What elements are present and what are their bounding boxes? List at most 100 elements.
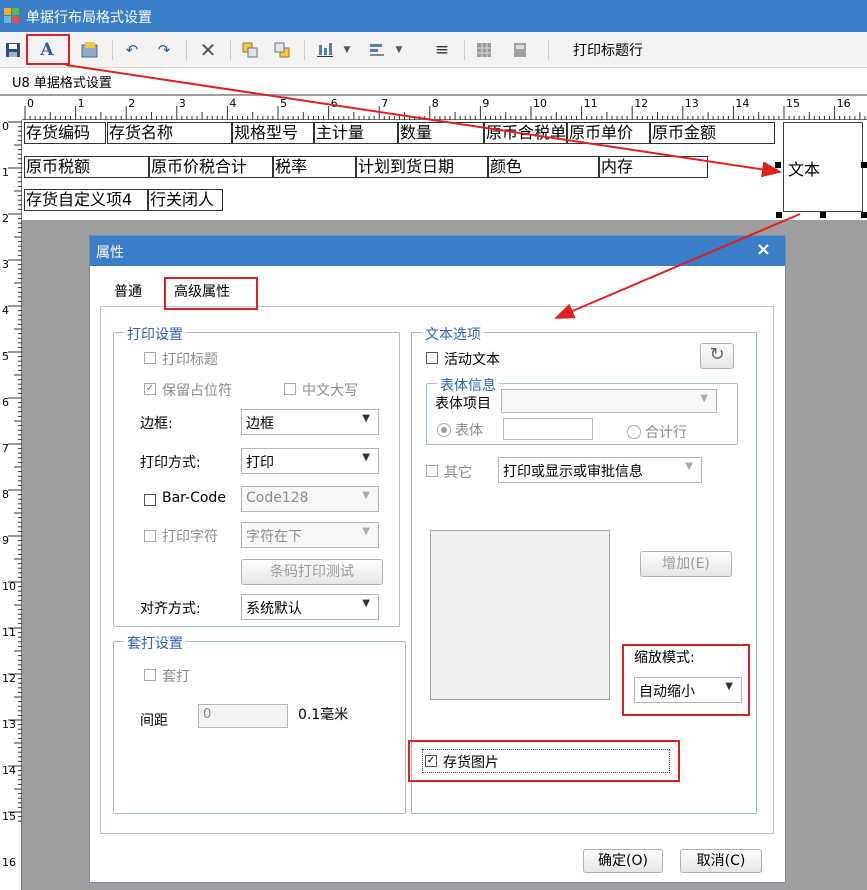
undo-icon[interactable]: ↶ — [120, 37, 144, 63]
close-icon[interactable]: × — [756, 239, 771, 260]
chevron-down-icon: ▼ — [362, 490, 370, 501]
ruler-number: 12 — [2, 672, 16, 685]
delete-icon[interactable]: ✕ — [196, 37, 220, 63]
body-item-select[interactable]: ▼ — [501, 389, 717, 413]
field-cell[interactable]: 存货名称 — [107, 122, 232, 144]
toolbar: A ↶ ↷ ✕ ▼ ▼ ≡ 打印标题行 — [0, 32, 867, 68]
field-cell[interactable]: 原币金额 — [650, 122, 775, 144]
other-select[interactable]: 打印或显示或审批信息 ▼ — [498, 457, 702, 483]
ok-button[interactable]: 确定(O) — [583, 849, 663, 873]
ruler-number: 11 — [584, 97, 598, 110]
field-cell[interactable]: 计划到货日期 — [356, 156, 488, 178]
print-title-checkbox[interactable] — [144, 352, 156, 364]
print-title-label: 打印标题 — [162, 352, 218, 368]
other-checkbox[interactable] — [426, 465, 438, 477]
tab-advanced[interactable]: 高级属性 — [174, 281, 230, 301]
scale-mode-select[interactable]: 自动缩小 ▼ — [634, 677, 742, 703]
field-cell[interactable]: 原币含税单 — [484, 122, 567, 144]
resize-handle[interactable] — [861, 212, 867, 218]
body-value-input[interactable] — [503, 418, 593, 440]
field-cell[interactable]: 行关闭人 — [148, 189, 223, 211]
field-cell[interactable]: 税率 — [273, 156, 356, 178]
print-mode-select[interactable]: 打印 ▼ — [241, 448, 379, 474]
border-select[interactable]: 边框 ▼ — [241, 409, 379, 435]
refresh-icon[interactable]: ↻ — [700, 343, 734, 369]
print-mode-value: 打印 — [246, 455, 274, 471]
format-settings-header: U8 单据格式设置 — [0, 68, 867, 94]
total-radio[interactable] — [627, 425, 641, 439]
inventory-image-option[interactable]: ✓ 存货图片 — [422, 749, 670, 773]
active-text-checkbox[interactable] — [426, 352, 438, 364]
spacing-input[interactable]: 0 — [198, 704, 288, 728]
toolbar-separator — [304, 40, 305, 60]
field-cell[interactable]: 规格型号 — [232, 122, 314, 144]
print-settings-group: 打印设置 打印标题 ✓ 保留占位符 中文大写 边框: 边框 ▼ 打印方式: 打印… — [113, 324, 400, 627]
barcode-checkbox[interactable] — [144, 494, 156, 506]
add-button[interactable]: 增加(E) — [640, 551, 732, 577]
overlay-print-label: 套打 — [162, 669, 190, 685]
align-select[interactable]: 系统默认 ▼ — [241, 594, 379, 620]
inventory-image-checkbox[interactable]: ✓ — [425, 755, 437, 767]
overlay-settings-group: 套打设置 套打 间距 0 0.1毫米 — [113, 633, 406, 814]
print-title-row-button[interactable]: 打印标题行 — [566, 37, 650, 63]
chevron-down-icon[interactable]: ▼ — [392, 37, 406, 63]
send-back-icon[interactable] — [270, 37, 294, 63]
print-chars-checkbox[interactable] — [144, 530, 156, 542]
print-preview-icon[interactable] — [508, 37, 532, 63]
field-cell[interactable]: 存货编码 — [24, 122, 106, 144]
text-tool-button[interactable]: A — [30, 37, 64, 63]
dialog-title-bar: 属性 × — [90, 236, 785, 266]
border-select-value: 边框 — [246, 416, 274, 432]
ruler-number: 8 — [2, 488, 9, 501]
keep-placeholder-checkbox[interactable]: ✓ — [144, 383, 156, 395]
field-cell[interactable]: 颜色 — [488, 156, 599, 178]
print-mode-label: 打印方式: — [140, 455, 201, 471]
inventory-image-label: 存货图片 — [443, 755, 499, 771]
vertical-ruler: 0 1 2 3 4 5 6 7 8 9 10 11 12 13 14 15 16 — [0, 120, 22, 890]
insert-image-icon[interactable] — [78, 37, 102, 63]
ruler-number: 13 — [2, 718, 16, 731]
overlay-print-checkbox[interactable] — [144, 669, 156, 681]
field-cell[interactable]: 原币价税合计 — [149, 156, 273, 178]
resize-handle[interactable] — [776, 212, 782, 218]
chinese-upper-checkbox[interactable] — [284, 383, 296, 395]
resize-handle[interactable] — [775, 162, 781, 168]
align-label: 对齐方式: — [140, 601, 201, 617]
text-object[interactable]: 文本 — [783, 122, 863, 212]
bring-front-icon[interactable] — [238, 37, 262, 63]
resize-handle[interactable] — [820, 212, 826, 218]
redo-icon[interactable]: ↷ — [152, 37, 176, 63]
text-align-icon[interactable]: ≡ — [430, 37, 454, 63]
save-icon[interactable] — [2, 37, 24, 63]
scale-mode-label: 缩放模式: — [634, 650, 695, 666]
window-title: 单据行布局格式设置 — [26, 10, 152, 26]
print-chars-select[interactable]: 字符在下 ▼ — [241, 522, 379, 548]
cancel-button[interactable]: 取消(C) — [680, 849, 762, 873]
body-info-title: 表体信息 — [437, 375, 499, 395]
spacing-unit: 0.1毫米 — [298, 707, 349, 723]
chevron-down-icon[interactable]: ▼ — [340, 37, 354, 63]
field-cell[interactable]: 存货自定义项4 — [24, 189, 148, 211]
align-left-icon[interactable] — [364, 37, 390, 63]
ruler-number: 1 — [78, 97, 85, 110]
overlay-settings-title: 套打设置 — [124, 633, 186, 653]
field-cell[interactable]: 数量 — [398, 122, 484, 144]
field-cell[interactable]: 内存 — [599, 156, 708, 178]
field-cell[interactable]: 主计量 — [314, 122, 398, 144]
body-radio[interactable] — [437, 423, 451, 437]
barcode-test-button[interactable]: 条码打印测试 — [241, 559, 383, 585]
tab-general[interactable]: 普通 — [114, 281, 142, 301]
field-cell[interactable]: 原币税额 — [24, 156, 149, 178]
toolbar-separator — [186, 40, 187, 60]
ruler-number: 6 — [2, 396, 9, 409]
field-cell[interactable]: 原币单价 — [567, 122, 650, 144]
barcode-select[interactable]: Code128 ▼ — [241, 486, 379, 512]
app-icon — [4, 8, 20, 24]
resize-handle[interactable] — [861, 162, 867, 168]
grid-icon[interactable] — [472, 37, 496, 63]
keep-placeholder-label: 保留占位符 — [162, 383, 232, 399]
ruler-number: 5 — [2, 350, 9, 363]
ruler-number: 2 — [2, 212, 9, 225]
align-bottom-icon[interactable] — [312, 37, 338, 63]
ruler-number: 14 — [2, 764, 16, 777]
